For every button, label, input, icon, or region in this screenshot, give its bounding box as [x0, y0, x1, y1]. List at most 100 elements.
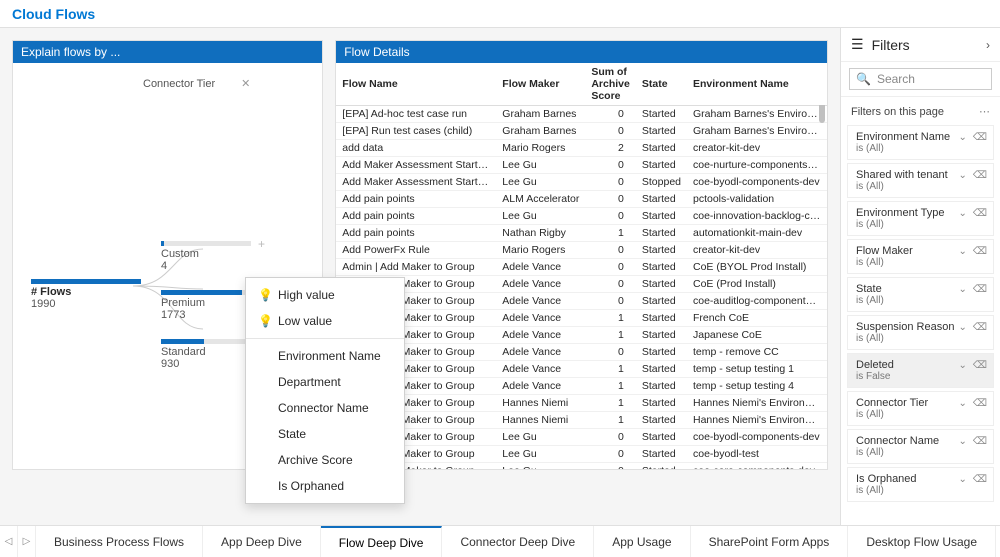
- filter-card[interactable]: Shared with tenant is (All) ⌄⌫: [847, 163, 994, 198]
- table-row[interactable]: Admin | Add Maker to GroupAdele Vance1St…: [336, 327, 827, 344]
- table-row[interactable]: Add pain pointsLee Gu0Startedcoe-innovat…: [336, 208, 827, 225]
- collapse-filters-icon[interactable]: ›: [986, 38, 990, 52]
- filters-search-input[interactable]: 🔍 Search: [849, 68, 992, 90]
- table-row[interactable]: Admin | Add Maker to GroupAdele Vance0St…: [336, 344, 827, 361]
- table-cell: 0: [585, 174, 636, 191]
- table-row[interactable]: Admin | Add Maker to GroupAdele Vance1St…: [336, 361, 827, 378]
- chevron-down-icon[interactable]: ⌄: [958, 322, 966, 333]
- chevron-down-icon[interactable]: ⌄: [958, 132, 966, 143]
- filter-card[interactable]: Connector Tier is (All) ⌄⌫: [847, 391, 994, 426]
- context-menu-item[interactable]: Is Orphaned: [246, 473, 404, 499]
- table-cell: 0: [585, 208, 636, 225]
- filters-header: ☰ Filters ›: [841, 28, 1000, 62]
- branch-label: Standard: [161, 346, 251, 358]
- chevron-down-icon[interactable]: ⌄: [958, 208, 966, 219]
- close-icon[interactable]: ✕: [241, 77, 250, 90]
- table-row[interactable]: Admin | Add Maker to GroupAdele Vance1St…: [336, 310, 827, 327]
- page-tab[interactable]: Connector Deep Dive: [442, 526, 594, 557]
- context-menu-item[interactable]: State: [246, 421, 404, 447]
- filter-value: is (All): [856, 143, 985, 154]
- table-row[interactable]: Admin | Add Maker to GroupAdele Vance0St…: [336, 276, 827, 293]
- context-menu-item[interactable]: Department: [246, 369, 404, 395]
- chevron-down-icon[interactable]: ⌄: [958, 436, 966, 447]
- table-row[interactable]: Admin | Add Maker to GroupAdele Vance0St…: [336, 293, 827, 310]
- page-tab[interactable]: Flow Deep Dive: [321, 526, 443, 557]
- clear-filter-icon[interactable]: ⌫: [973, 398, 987, 409]
- clear-filter-icon[interactable]: ⌫: [973, 132, 987, 143]
- context-menu-item[interactable]: 💡Low value: [246, 308, 404, 334]
- decomposition-branch[interactable]: Standard 930: [161, 339, 251, 370]
- decomposition-root[interactable]: # Flows 1990: [31, 279, 141, 310]
- context-menu-item[interactable]: Environment Name: [246, 343, 404, 369]
- table-row[interactable]: Admin | Add Maker to GroupLee Gu0Started…: [336, 446, 827, 463]
- decomposition-branch[interactable]: Premium 1773: [161, 290, 251, 321]
- chevron-down-icon[interactable]: ⌄: [958, 474, 966, 485]
- table-row[interactable]: Add Maker Assessment Starter DataLee Gu0…: [336, 174, 827, 191]
- table-row[interactable]: Add Maker Assessment Starter DataLee Gu0…: [336, 157, 827, 174]
- menu-item-label: Department: [278, 375, 341, 389]
- filter-card[interactable]: Deleted is False ⌄⌫: [847, 353, 994, 388]
- filter-card[interactable]: Suspension Reason is (All) ⌄⌫: [847, 315, 994, 350]
- chevron-down-icon[interactable]: ⌄: [958, 398, 966, 409]
- table-row[interactable]: [EPA] Ad-hoc test case runGraham Barnes0…: [336, 106, 827, 123]
- column-header[interactable]: Environment Name: [687, 63, 827, 106]
- page-tab[interactable]: App Deep Dive: [203, 526, 321, 557]
- column-header[interactable]: Flow Name: [336, 63, 496, 106]
- clear-filter-icon[interactable]: ⌫: [973, 246, 987, 257]
- column-header[interactable]: State: [636, 63, 687, 106]
- page-tab[interactable]: Power Apps Adoption: [996, 526, 1000, 557]
- clear-filter-icon[interactable]: ⌫: [973, 360, 987, 371]
- context-menu-item[interactable]: Connector Name: [246, 395, 404, 421]
- context-menu-item[interactable]: 💡High value: [246, 282, 404, 308]
- filter-card[interactable]: Flow Maker is (All) ⌄⌫: [847, 239, 994, 274]
- filter-card[interactable]: State is (All) ⌄⌫: [847, 277, 994, 312]
- chevron-down-icon[interactable]: ⌄: [958, 246, 966, 257]
- filter-card[interactable]: Is Orphaned is (All) ⌄⌫: [847, 467, 994, 502]
- table-row[interactable]: Admin | Add Maker to GroupAdele Vance1St…: [336, 378, 827, 395]
- context-menu-item[interactable]: Archive Score: [246, 447, 404, 473]
- table-row[interactable]: [EPA] Run test cases (child)Graham Barne…: [336, 123, 827, 140]
- expand-icon[interactable]: +: [258, 237, 265, 251]
- filter-card[interactable]: Environment Name is (All) ⌄⌫: [847, 125, 994, 160]
- page-tab[interactable]: Business Process Flows: [36, 526, 203, 557]
- decomposition-branch[interactable]: + Custom 4: [161, 241, 251, 272]
- lightbulb-icon: 💡: [258, 288, 270, 302]
- page-tab[interactable]: Desktop Flow Usage: [848, 526, 996, 557]
- chevron-down-icon[interactable]: ⌄: [958, 170, 966, 181]
- table-row[interactable]: Admin | Add Maker to GroupAdele Vance0St…: [336, 259, 827, 276]
- menu-item-label: Low value: [278, 314, 332, 328]
- column-header[interactable]: Flow Maker: [496, 63, 585, 106]
- tab-nav-prev[interactable]: ◁: [0, 526, 18, 557]
- clear-filter-icon[interactable]: ⌫: [973, 436, 987, 447]
- table-row[interactable]: Admin | Add Maker to GroupLee Gu0Started…: [336, 463, 827, 470]
- clear-filter-icon[interactable]: ⌫: [973, 208, 987, 219]
- table-row[interactable]: Admin | Add Maker to GroupHannes Niemi1S…: [336, 395, 827, 412]
- table-cell: temp - setup testing 1: [687, 361, 827, 378]
- table-row[interactable]: Add pain pointsALM Accelerator0Startedpc…: [336, 191, 827, 208]
- table-row[interactable]: Add PowerFx RuleMario Rogers0Startedcrea…: [336, 242, 827, 259]
- table-row[interactable]: Admin | Add Maker to GroupHannes Niemi1S…: [336, 412, 827, 429]
- decomposition-field-pill[interactable]: Connector Tier ✕: [143, 77, 250, 90]
- table-row[interactable]: Admin | Add Maker to GroupLee Gu0Started…: [336, 429, 827, 446]
- filter-card[interactable]: Connector Name is (All) ⌄⌫: [847, 429, 994, 464]
- table-row[interactable]: Add pain pointsNathan Rigby1Startedautom…: [336, 225, 827, 242]
- table-cell: Started: [636, 225, 687, 242]
- menu-item-label: State: [278, 427, 306, 441]
- clear-filter-icon[interactable]: ⌫: [973, 170, 987, 181]
- more-icon[interactable]: ⋯: [979, 105, 990, 118]
- page-tab[interactable]: SharePoint Form Apps: [691, 526, 849, 557]
- tab-nav-next[interactable]: ▷: [18, 526, 36, 557]
- clear-filter-icon[interactable]: ⌫: [973, 322, 987, 333]
- table-cell: 1: [585, 327, 636, 344]
- table-row[interactable]: add dataMario Rogers2Startedcreator-kit-…: [336, 140, 827, 157]
- page-tab[interactable]: App Usage: [594, 526, 690, 557]
- clear-filter-icon[interactable]: ⌫: [973, 284, 987, 295]
- branch-value: 1773: [161, 309, 251, 321]
- table-cell: 0: [585, 157, 636, 174]
- filter-card[interactable]: Environment Type is (All) ⌄⌫: [847, 201, 994, 236]
- chevron-down-icon[interactable]: ⌄: [958, 360, 966, 371]
- chevron-down-icon[interactable]: ⌄: [958, 284, 966, 295]
- column-header[interactable]: Sum of Archive Score: [585, 63, 636, 106]
- clear-filter-icon[interactable]: ⌫: [973, 474, 987, 485]
- field-label: Connector Tier: [143, 78, 215, 90]
